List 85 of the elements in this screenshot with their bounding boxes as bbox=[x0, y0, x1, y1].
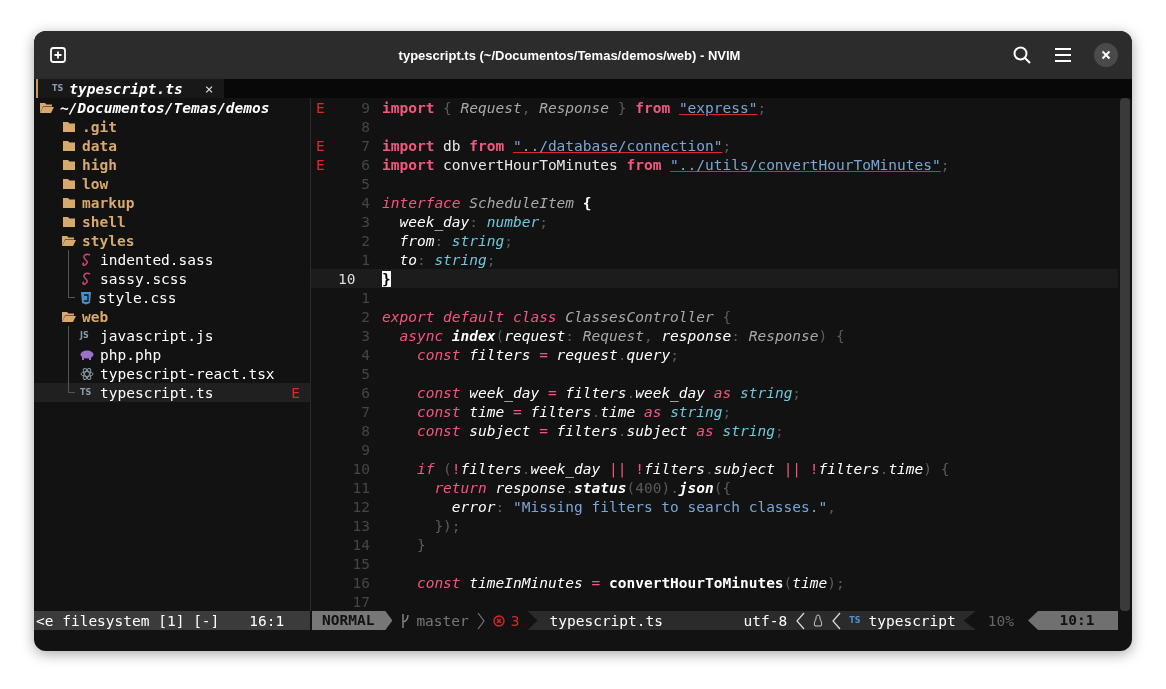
file-name: typescript-react.tsx bbox=[100, 365, 275, 382]
tree-item[interactable]: TS typescript.ts E bbox=[34, 383, 310, 402]
folder-name: low bbox=[82, 175, 109, 192]
scroll-percent: 10% bbox=[986, 612, 1015, 629]
error-sign: E bbox=[291, 384, 300, 401]
mode-indicator: NORMAL bbox=[312, 611, 393, 630]
menu-icon[interactable] bbox=[1054, 47, 1072, 63]
buffer-name: <e filesystem [1] [-] bbox=[36, 612, 220, 629]
file-name: typescript.ts bbox=[100, 384, 214, 401]
line-number: 10 bbox=[337, 270, 357, 287]
tree-item[interactable]: styles bbox=[34, 231, 310, 250]
folder-name: shell bbox=[82, 213, 126, 230]
error-sign: E bbox=[316, 156, 325, 173]
code-line: const timeInMinutes = convertHourToMinutes(time); bbox=[415, 574, 845, 591]
tree-item[interactable]: markup bbox=[34, 193, 310, 212]
tree-item[interactable]: web bbox=[34, 307, 310, 326]
code-line: import db from "../database/connection"; bbox=[382, 137, 732, 154]
folder-name: markup bbox=[82, 194, 135, 211]
tree-item[interactable]: sassy.scss bbox=[34, 269, 310, 288]
search-icon[interactable] bbox=[1012, 45, 1032, 65]
tab[interactable]: TS typescript.ts × bbox=[36, 79, 224, 98]
close-icon[interactable]: × bbox=[204, 80, 214, 97]
cursor-position: 16:1 bbox=[249, 612, 285, 629]
file-name: sassy.scss bbox=[100, 270, 188, 287]
code-line: week_day: number; bbox=[398, 213, 548, 230]
file-name: php.php bbox=[100, 346, 162, 363]
code-line: async index(request: Request, response: Response) { bbox=[398, 327, 845, 344]
css-icon bbox=[80, 290, 92, 305]
chevron-left-icon bbox=[795, 611, 806, 630]
tree-item[interactable]: data bbox=[34, 136, 310, 155]
cursor-position: 10:1 bbox=[1028, 611, 1118, 630]
folder-name: high bbox=[82, 156, 117, 173]
tree-item[interactable]: .git bbox=[34, 117, 310, 136]
code-line: return response.status(400).json({ bbox=[433, 479, 732, 496]
folder-name: web bbox=[82, 308, 109, 325]
code-line: import { Request, Response } from "express"; bbox=[382, 99, 767, 116]
file-type: typescript bbox=[868, 612, 956, 629]
close-icon[interactable] bbox=[1094, 43, 1118, 67]
tree-item[interactable]: JS javascript.js bbox=[34, 326, 310, 345]
scrollbar[interactable] bbox=[1120, 98, 1130, 611]
code-line: from: string; bbox=[398, 232, 513, 249]
error-count: 3 bbox=[510, 612, 520, 629]
file-name: style.css bbox=[98, 289, 177, 306]
branch-icon bbox=[400, 612, 411, 629]
tree-item[interactable]: style.css bbox=[34, 288, 310, 307]
atom-icon bbox=[80, 366, 94, 381]
tree-item[interactable]: shell bbox=[34, 212, 310, 231]
chevron-right-icon bbox=[476, 611, 485, 630]
code-line: const week_day = filters.week_day as string; bbox=[415, 384, 802, 401]
folder-name[interactable]: ~/Documentos/Temas/demos bbox=[60, 99, 270, 116]
code-line: export default class ClassesController { bbox=[382, 308, 732, 325]
penguin-icon bbox=[813, 613, 824, 628]
file-name: typescript.ts bbox=[549, 612, 663, 629]
chevron-left-icon bbox=[831, 611, 842, 630]
folder-name: styles bbox=[82, 232, 135, 249]
error-icon bbox=[492, 614, 505, 627]
file-name: indented.sass bbox=[100, 251, 214, 268]
window-title: typescript.ts (~/Documentos/Temas/demos/web) - NVIM bbox=[397, 47, 742, 63]
tree-item[interactable]: high bbox=[34, 155, 310, 174]
encoding: utf-8 bbox=[743, 612, 788, 629]
error-sign: E bbox=[316, 137, 325, 154]
tree-item[interactable]: indented.sass bbox=[34, 250, 310, 269]
tree-item[interactable]: php.php bbox=[34, 345, 310, 364]
code-line: const time = filters.time as string; bbox=[415, 403, 732, 420]
new-tab-icon[interactable] bbox=[49, 46, 67, 64]
code-line: error: "Missing filters to search classes.", bbox=[450, 498, 836, 515]
code-line: const filters = request.query; bbox=[415, 346, 679, 363]
tree-item[interactable]: low bbox=[34, 174, 310, 193]
typescript-badge-icon: TS bbox=[52, 84, 64, 93]
file-type-badge-icon: JS bbox=[80, 331, 94, 340]
folder-name: data bbox=[82, 137, 117, 154]
code-line: } bbox=[415, 536, 426, 553]
file-name: javascript.js bbox=[100, 327, 214, 344]
file-type-badge-icon: TS bbox=[80, 388, 94, 397]
folder-name: .git bbox=[82, 118, 117, 135]
code-line: to: string; bbox=[398, 251, 496, 268]
code-line: const subject = filters.subject as string; bbox=[415, 422, 784, 439]
code-line: interface ScheduleItem { bbox=[382, 194, 592, 211]
code-line: }); bbox=[433, 517, 461, 534]
code-line: if (!filters.week_day || !filters.subject || !filters.time) { bbox=[415, 460, 950, 477]
code-line: import convertHourToMinutes from "../utils/convertHourToMinutes"; bbox=[382, 156, 950, 173]
elephant-icon bbox=[80, 349, 94, 360]
error-sign: E bbox=[316, 99, 325, 116]
file-type-badge-icon: TS bbox=[849, 616, 861, 625]
branch-name: master bbox=[416, 612, 469, 629]
